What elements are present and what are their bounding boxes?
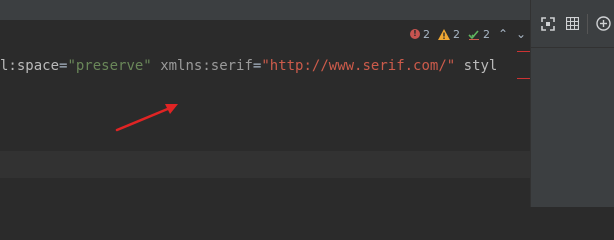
preview-toolbar bbox=[531, 0, 614, 48]
code-token: l:space bbox=[0, 58, 60, 74]
double-check-icon bbox=[468, 29, 479, 40]
plus-circle-icon[interactable] bbox=[594, 15, 612, 33]
right-tool-pane bbox=[530, 0, 614, 207]
weak-warning-count-label: 2 bbox=[483, 27, 490, 41]
inspections-widget[interactable]: ! 2 2 2 ⌃ ⌄ bbox=[410, 26, 526, 42]
warning-icon bbox=[438, 28, 450, 40]
grid-icon[interactable] bbox=[563, 15, 581, 33]
code-token: xmlns:serif bbox=[160, 58, 253, 74]
error-count[interactable]: ! 2 bbox=[410, 28, 430, 41]
current-line-highlight bbox=[0, 151, 530, 178]
error-icon: ! bbox=[410, 29, 420, 39]
weak-warning-count[interactable]: 2 bbox=[468, 28, 490, 41]
code-token: "preserve" bbox=[67, 58, 152, 74]
warning-count-label: 2 bbox=[453, 27, 460, 41]
toolbar-divider bbox=[587, 13, 588, 34]
chevron-up-icon[interactable]: ⌃ bbox=[498, 27, 508, 41]
code-token: styl bbox=[455, 58, 498, 74]
code-editor[interactable] bbox=[0, 20, 530, 207]
code-token: "http://www.serif.com/" bbox=[261, 58, 456, 74]
code-line[interactable]: l:space="preserve" xmlns:serif="http://w… bbox=[0, 57, 497, 75]
chevron-down-icon[interactable]: ⌄ bbox=[516, 27, 526, 41]
fit-screen-icon[interactable] bbox=[539, 15, 557, 33]
editor-header-bar bbox=[0, 0, 530, 21]
warning-count[interactable]: 2 bbox=[438, 28, 460, 41]
error-count-label: 2 bbox=[423, 27, 430, 41]
error-highlight-marker bbox=[517, 51, 530, 79]
